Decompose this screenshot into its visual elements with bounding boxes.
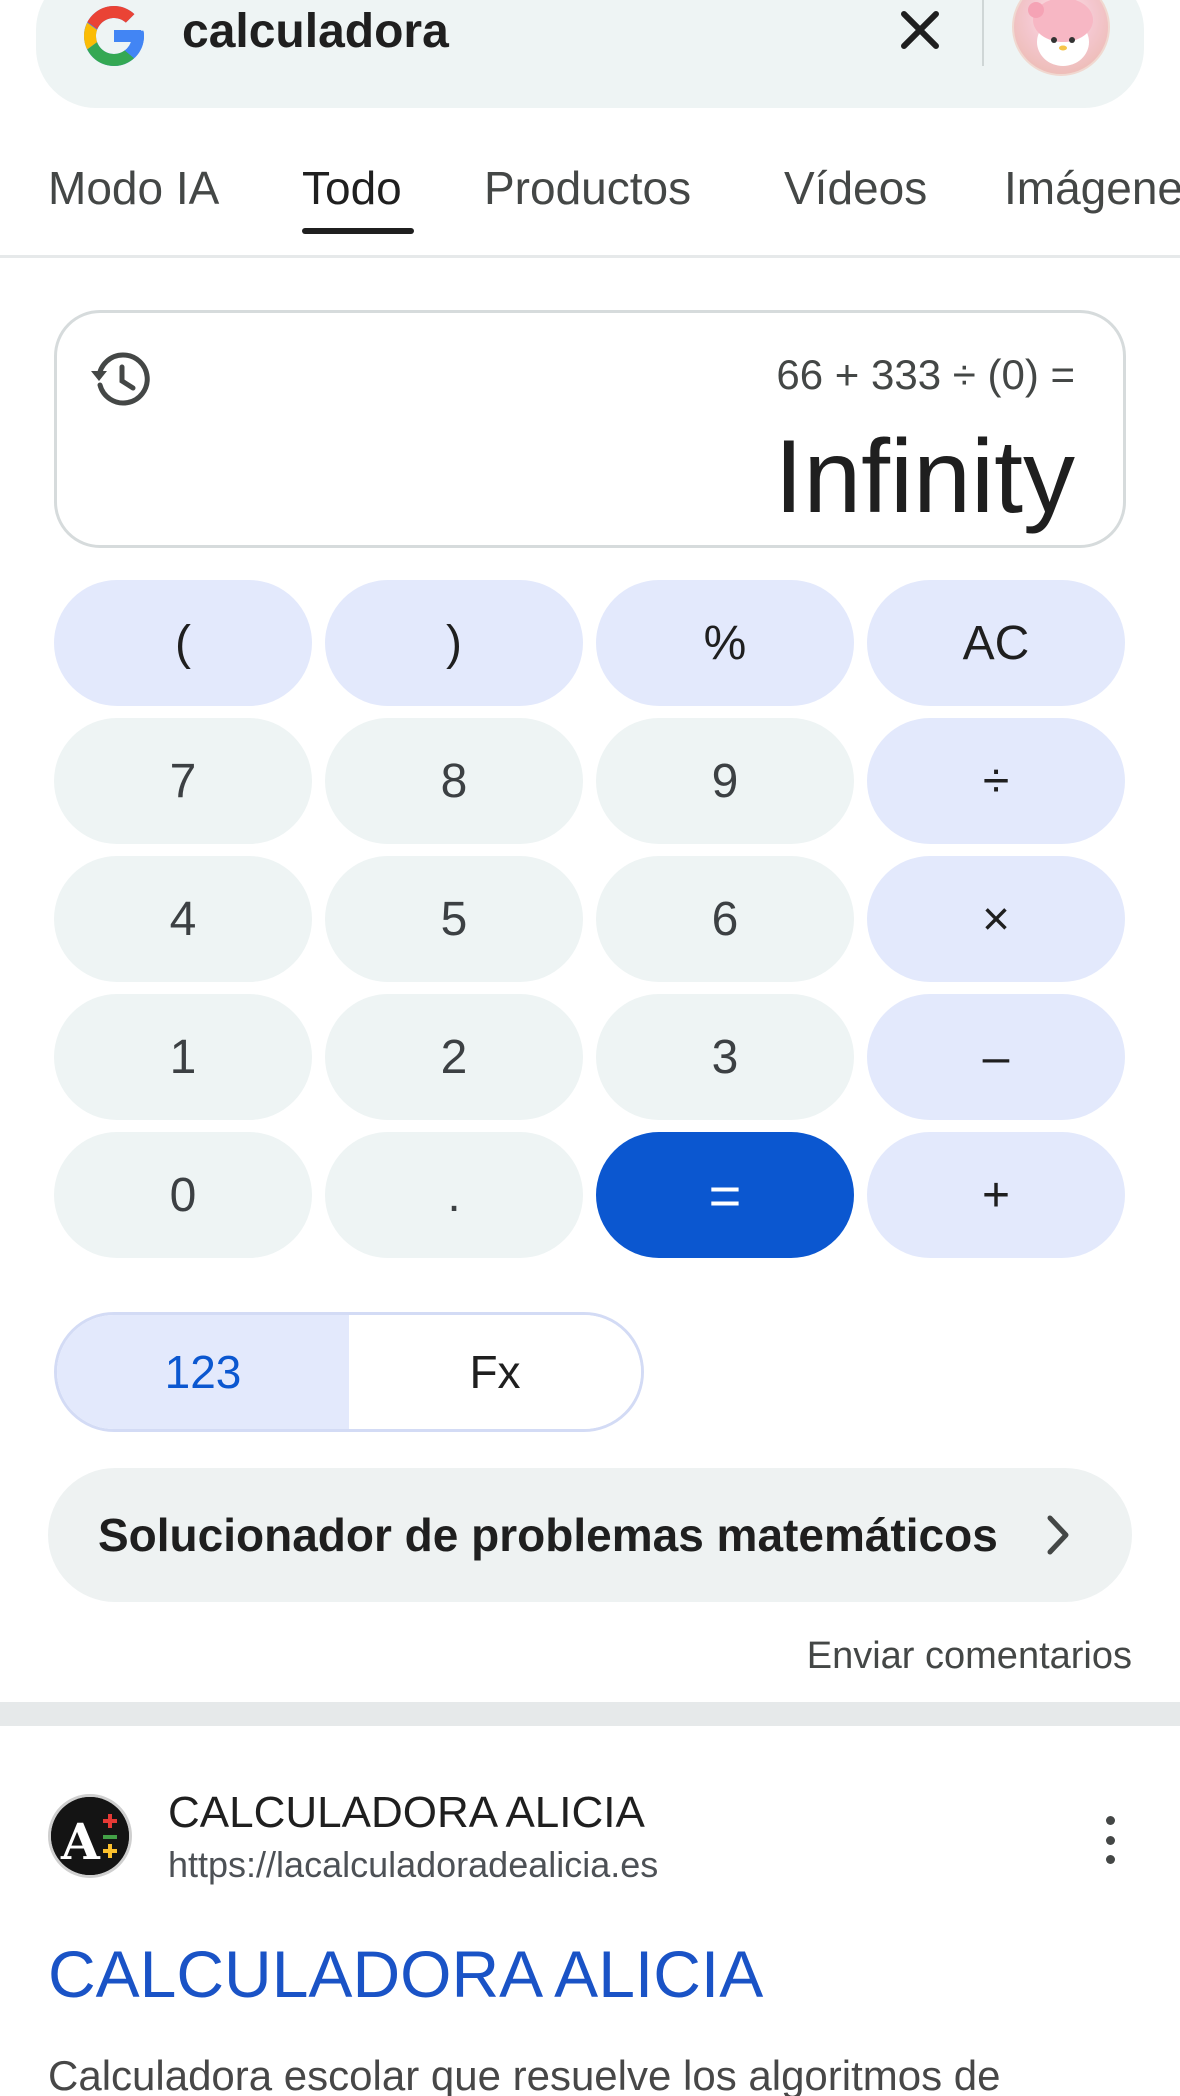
key-5[interactable]: 5 [325, 856, 583, 982]
key-multiply[interactable]: × [867, 856, 1125, 982]
site-logo-icon: A [48, 1794, 132, 1878]
google-logo-icon [84, 6, 144, 66]
key-9[interactable]: 9 [596, 718, 854, 844]
send-feedback-link[interactable]: Enviar comentarios [807, 1632, 1132, 1680]
key-4[interactable]: 4 [54, 856, 312, 982]
mode-basic-button[interactable]: 123 [57, 1315, 349, 1429]
history-icon[interactable] [89, 347, 153, 411]
key-divide[interactable]: ÷ [867, 718, 1125, 844]
key-1[interactable]: 1 [54, 994, 312, 1120]
search-query-text[interactable]: calculadora [182, 2, 449, 62]
section-divider [0, 1702, 1180, 1726]
key-3[interactable]: 3 [596, 994, 854, 1120]
math-solver-label: Solucionador de problemas matemáticos [98, 1509, 998, 1561]
key-close-paren[interactable]: ) [325, 580, 583, 706]
more-dot [1105, 1816, 1115, 1825]
key-subtract[interactable]: – [867, 994, 1125, 1120]
key-0[interactable]: 0 [54, 1132, 312, 1258]
search-results-page: calculadora Modo IA Todo Productos Vídeo… [0, 0, 1180, 2096]
avatar-image-icon [1028, 0, 1093, 66]
mode-functions-button[interactable]: Fx [349, 1315, 641, 1429]
tab-videos[interactable]: Vídeos [784, 158, 927, 218]
key-open-paren[interactable]: ( [54, 580, 312, 706]
result-site-url[interactable]: https://lacalculadoradealicia.es [168, 1842, 658, 1888]
more-dot [1105, 1855, 1115, 1864]
close-icon [901, 11, 939, 49]
more-dot [1105, 1835, 1115, 1845]
key-decimal[interactable]: . [325, 1132, 583, 1258]
calculator-mode-toggle: 123 Fx [54, 1312, 644, 1432]
result-site-name[interactable]: CALCULADORA ALICIA [168, 1786, 645, 1840]
math-solver-button[interactable]: Solucionador de problemas matemáticos [48, 1468, 1132, 1602]
key-all-clear[interactable]: AC [867, 580, 1125, 706]
calculator-expression: 66 + 333 ÷ (0) = [776, 351, 1075, 398]
key-7[interactable]: 7 [54, 718, 312, 844]
key-2[interactable]: 2 [325, 994, 583, 1120]
chevron-right-icon [1047, 1515, 1069, 1555]
calculator-display: 66 + 333 ÷ (0) = Infinity [54, 310, 1126, 548]
account-avatar[interactable] [1012, 0, 1110, 76]
tab-modo-ia[interactable]: Modo IA [48, 158, 219, 218]
search-tabs: Modo IA Todo Productos Vídeos Imágene [0, 148, 1180, 258]
key-8[interactable]: 8 [325, 718, 583, 844]
result-snippet: Calculadora escolar que resuelve los alg… [48, 2052, 1001, 2096]
key-percent[interactable]: % [596, 580, 854, 706]
tab-imagenes[interactable]: Imágene [1004, 158, 1180, 218]
key-6[interactable]: 6 [596, 856, 854, 982]
tab-todo[interactable]: Todo [302, 158, 402, 218]
clear-search-button[interactable] [884, 0, 956, 62]
search-divider [982, 0, 984, 66]
key-equals[interactable]: = [596, 1132, 854, 1258]
result-title-link[interactable]: CALCULADORA ALICIA [48, 1934, 763, 2014]
svg-text:A: A [60, 1812, 101, 1871]
calculator-result: Infinity [774, 419, 1075, 535]
key-add[interactable]: + [867, 1132, 1125, 1258]
more-options-icon[interactable] [1090, 1810, 1130, 1870]
tab-productos[interactable]: Productos [484, 158, 691, 218]
active-tab-indicator [302, 228, 414, 234]
search-bar[interactable]: calculadora [36, 0, 1144, 108]
